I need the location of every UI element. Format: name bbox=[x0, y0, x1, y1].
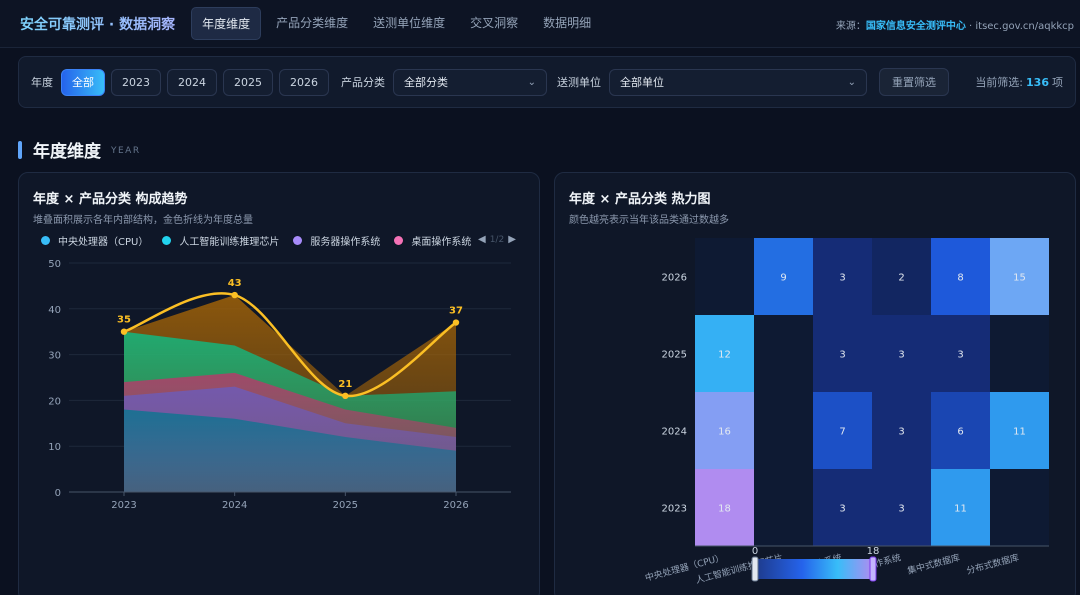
x-tick-label: 2024 bbox=[222, 500, 247, 511]
total-point bbox=[120, 328, 128, 335]
category-select[interactable]: 全部分类 ⌄ bbox=[393, 68, 547, 96]
visual-map-handle-min bbox=[751, 556, 759, 582]
y-category-label: 2026 bbox=[662, 273, 687, 284]
y-category-label: 2025 bbox=[662, 350, 687, 361]
total-data-label: 21 bbox=[338, 379, 352, 390]
source-text: 来源：国家信息安全测评中心 · itsec.gov.cn/aqkkcp bbox=[836, 17, 1074, 32]
y-tick-label: 0 bbox=[55, 488, 61, 499]
heatmap-value-label: 7 bbox=[839, 427, 845, 438]
x-category-label: 分布式数据库 bbox=[965, 551, 1020, 577]
heatmap-value-label: 3 bbox=[839, 504, 845, 515]
heatmap-card: 年度 × 产品分类 热力图 颜色越亮表示当年该品类通过数越多 9 3 2 8 15 202… bbox=[554, 172, 1076, 595]
y-tick-label: 20 bbox=[48, 396, 61, 407]
unit-select-value: 全部单位 bbox=[620, 76, 664, 89]
year-chip-2026[interactable]: 2026 bbox=[279, 68, 329, 96]
top-nav: 安全可靠测评 · 数据洞察 年度维度 产品分类维度 送测单位维度 交叉洞察 数据… bbox=[0, 0, 1080, 48]
category-filter-label: 产品分类 bbox=[341, 76, 385, 89]
y-category-label: 2023 bbox=[662, 504, 687, 515]
heatmap-value-label: 6 bbox=[957, 427, 963, 438]
heatmap-value-label: 2 bbox=[898, 273, 904, 284]
heatmap-value-label: 3 bbox=[839, 273, 845, 284]
tab-unit[interactable]: 送测单位维度 bbox=[363, 7, 455, 40]
heatmap-cell bbox=[754, 469, 813, 546]
heatmap-value-label: 3 bbox=[898, 504, 904, 515]
source-prefix: 来源： bbox=[835, 21, 866, 32]
heatmap-value-label: 8 bbox=[957, 273, 963, 284]
x-tick-label: 2023 bbox=[111, 500, 136, 511]
section-header: 年度维度 YEAR bbox=[18, 137, 141, 162]
total-data-label: 35 bbox=[117, 315, 131, 326]
tab-category[interactable]: 产品分类维度 bbox=[266, 7, 358, 40]
stacked-area-chart: 0 10 20 30 40 50 2023 2024 2025 2026 35 43 21 37 bbox=[48, 259, 511, 511]
heatmap-value-label: 3 bbox=[898, 350, 904, 361]
chevron-down-icon: ⌄ bbox=[527, 76, 536, 88]
y-category-label: 2024 bbox=[662, 427, 687, 438]
trend-chart-desc: 堆叠面积展示各年内部结构，金色折线为年度总量 bbox=[33, 215, 253, 226]
heatmap-value-label: 18 bbox=[718, 504, 731, 515]
total-point bbox=[342, 392, 349, 400]
source-org-link[interactable]: 国家信息安全测评中心 bbox=[866, 21, 966, 32]
heatmap-value-label: 12 bbox=[718, 350, 731, 361]
tab-detail[interactable]: 数据明细 bbox=[533, 7, 601, 40]
heatmap-cell bbox=[754, 315, 813, 392]
heatmap-value-label: 3 bbox=[839, 350, 845, 361]
tab-cross[interactable]: 交叉洞察 bbox=[460, 7, 528, 40]
filter-count-prefix: 当前筛选: bbox=[975, 76, 1024, 89]
total-point bbox=[231, 291, 238, 299]
visual-map-bar bbox=[755, 559, 873, 579]
filter-bar: 年度 全部 2023 2024 2025 2026 产品分类 全部分类 ⌄ 送测… bbox=[18, 56, 1076, 108]
heatmap-cell bbox=[990, 469, 1049, 546]
filter-count-suffix: 项 bbox=[1052, 76, 1063, 89]
total-data-label: 37 bbox=[449, 306, 463, 317]
visual-map-max-label: 18 bbox=[867, 546, 880, 557]
heatmap-value-label: 9 bbox=[780, 273, 786, 284]
filter-count: 当前筛选: 136 项 bbox=[975, 74, 1063, 90]
unit-select[interactable]: 全部单位 ⌄ bbox=[609, 68, 867, 96]
reset-filter-button[interactable]: 重置筛选 bbox=[879, 68, 949, 96]
heatmap-cell bbox=[695, 238, 754, 315]
x-tick-label: 2025 bbox=[333, 500, 358, 511]
x-tick-label: 2026 bbox=[443, 500, 468, 511]
heatmap-cell bbox=[754, 392, 813, 469]
section-accent-bar bbox=[18, 140, 22, 159]
section-title: 年度维度 bbox=[33, 142, 101, 162]
year-chip-2025[interactable]: 2025 bbox=[223, 68, 273, 96]
heatmap-value-label: 11 bbox=[1013, 427, 1026, 438]
heatmap-value-label: 3 bbox=[898, 427, 904, 438]
y-tick-label: 40 bbox=[48, 305, 61, 316]
heatmap-desc: 颜色越亮表示当年该品类通过数越多 bbox=[569, 215, 729, 226]
heatmap-title: 年度 × 产品分类 热力图 bbox=[569, 192, 711, 207]
trend-chart-title: 年度 × 产品分类 构成趋势 bbox=[33, 192, 188, 207]
trend-chart-card: 年度 × 产品分类 构成趋势 堆叠面积展示各年内部结构，金色折线为年度总量 中央… bbox=[18, 172, 540, 595]
heatmap-value-label: 11 bbox=[954, 504, 967, 515]
nav-tabs: 年度维度 产品分类维度 送测单位维度 交叉洞察 数据明细 bbox=[191, 7, 606, 40]
year-chip-2024[interactable]: 2024 bbox=[167, 68, 217, 96]
unit-filter-label: 送测单位 bbox=[557, 76, 601, 89]
total-data-label: 43 bbox=[228, 278, 242, 289]
tab-year[interactable]: 年度维度 bbox=[191, 7, 262, 40]
section-subtitle: YEAR bbox=[111, 146, 141, 156]
x-category-label: 集中式数据库 bbox=[906, 551, 961, 577]
year-chip-2023[interactable]: 2023 bbox=[111, 68, 161, 96]
year-filter-label: 年度 bbox=[31, 76, 53, 89]
visual-map-handle-max bbox=[869, 556, 877, 582]
heatmap-value-label: 16 bbox=[718, 427, 731, 438]
heatmap-chart: 9 3 2 8 15 2026 12 3 3 3 2025 16 7 3 6 11 2024 18 3 3 11 2023… bbox=[644, 238, 1049, 586]
chevron-down-icon: ⌄ bbox=[847, 76, 856, 88]
source-url: · itsec.gov.cn/aqkkcp bbox=[965, 21, 1074, 32]
heatmap-cell bbox=[990, 315, 1049, 392]
filter-count-value: 136 bbox=[1026, 76, 1049, 89]
visual-map-min-label: 0 bbox=[752, 546, 758, 557]
heatmap-value-label: 15 bbox=[1013, 273, 1026, 284]
total-point bbox=[452, 319, 460, 326]
y-tick-label: 50 bbox=[48, 259, 61, 270]
brand-title: 安全可靠测评 · 数据洞察 bbox=[20, 14, 175, 34]
year-chip-all[interactable]: 全部 bbox=[61, 68, 105, 96]
y-tick-label: 10 bbox=[48, 442, 61, 453]
category-select-value: 全部分类 bbox=[404, 76, 448, 89]
y-tick-label: 30 bbox=[48, 351, 61, 362]
heatmap-value-label: 3 bbox=[957, 350, 963, 361]
